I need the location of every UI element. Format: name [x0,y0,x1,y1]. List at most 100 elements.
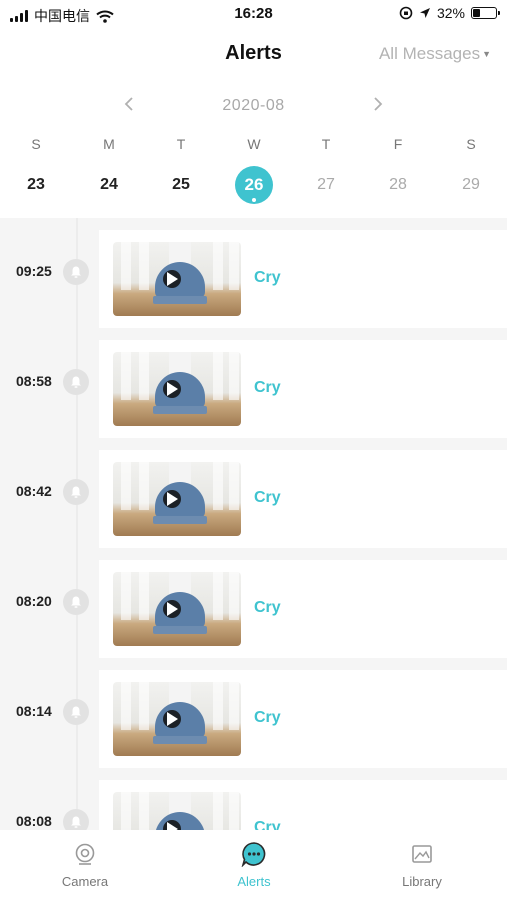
event-type-label: Cry [254,709,281,726]
alert-card[interactable]: Cry [99,780,507,830]
alert-card[interactable]: Cry [99,230,507,328]
alert-row: 08:14 Cry [0,670,507,768]
date-cell[interactable]: 25 [151,166,211,204]
bell-icon [63,809,89,830]
bell-icon [63,479,89,505]
alert-time: 08:58 [16,373,52,389]
bell-icon [63,259,89,285]
tab-camera[interactable]: Camera [25,840,145,889]
play-icon [167,272,178,286]
video-thumbnail[interactable] [113,462,241,536]
day-of-week-label: T [321,136,331,152]
bell-icon [63,369,89,395]
date-number: 28 [389,176,407,193]
alert-time: 08:20 [16,593,52,609]
alert-row: 08:42 Cry [0,450,507,548]
alert-card[interactable]: Cry [99,450,507,548]
filter-label: All Messages [378,44,481,63]
tab-label: Library [402,874,442,889]
selected-date-circle: 26 [235,166,273,204]
alerts-list[interactable]: 09:25 Cry 08:58 Cry 08:42 Cry 08:20 Cry 08:14 Cry… [0,218,507,830]
alert-row: 08:58 Cry [0,340,507,438]
status-right: 32% [399,5,500,21]
alert-row: 09:25 Cry [0,230,507,328]
date-cell[interactable]: 29 [441,166,501,204]
video-thumbnail[interactable] [113,682,241,756]
day-of-week-label: T [176,136,186,152]
bell-icon [63,589,89,615]
alert-time: 08:42 [16,483,52,499]
camera-device-image [155,262,205,298]
has-alerts-dot [252,198,256,202]
camera-device-image [155,702,205,738]
message-filter-dropdown[interactable]: All Messages ▼ [379,44,491,64]
play-icon [167,382,178,396]
event-type-label: Cry [254,819,281,830]
video-thumbnail[interactable] [113,352,241,426]
caret-down-icon: ▼ [482,49,491,59]
play-icon [167,822,178,830]
event-type-label: Cry [254,269,281,286]
day-of-week-label: S [31,136,41,152]
video-thumbnail[interactable] [113,572,241,646]
battery-icon [471,7,500,19]
tab-library[interactable]: Library [362,840,482,889]
event-type-label: Cry [254,379,281,396]
event-type-label: Cry [254,489,281,506]
day-column: M 24 [79,132,139,204]
camera-device-image [155,372,205,408]
tab-bar: Camera Alerts Library [0,830,507,900]
play-icon [167,492,178,506]
week-strip: S 23 M 24 T 25 W 26 T 27 F 28 S 29 [0,132,507,212]
date-number: 23 [27,176,45,193]
tab-alerts[interactable]: Alerts [194,840,314,889]
day-of-week-label: F [393,136,403,152]
alert-time: 09:25 [16,263,52,279]
day-column: T 25 [151,132,211,204]
date-cell[interactable]: 28 [368,166,428,204]
day-of-week-label: M [103,136,115,152]
image-icon [412,845,432,863]
day-column: W 26 [224,132,284,204]
bell-icon [63,699,89,725]
event-type-label: Cry [254,599,281,616]
date-number: 24 [100,176,118,193]
camera-device-image [155,812,205,830]
tab-label: Camera [61,874,109,889]
header: Alerts All Messages ▼ [0,30,507,78]
date-number: 27 [317,176,335,193]
day-column: T 27 [296,132,356,204]
date-number: 25 [172,176,190,193]
date-cell-selected[interactable]: 26 [224,166,284,204]
date-cell[interactable]: 24 [79,166,139,204]
battery-percent: 32% [436,5,465,21]
battery-fill [473,9,480,17]
alert-row: 08:20 Cry [0,560,507,658]
alert-row: 08:08 Cry [0,780,507,830]
chat-bubble-icon [241,842,266,867]
day-column: S 23 [6,132,66,204]
date-number: 26 [244,175,264,194]
play-icon [167,602,178,616]
alert-time: 08:14 [16,703,52,719]
day-column: S 29 [441,132,501,204]
rotation-lock-icon [399,6,413,20]
alert-card[interactable]: Cry [99,560,507,658]
alert-card[interactable]: Cry [99,670,507,768]
month-nav: 2020-08 [0,88,507,122]
camera-icon [75,843,95,865]
status-bar: 中国电信 16:28 32% [0,0,507,30]
video-thumbnail[interactable] [113,242,241,316]
location-icon [419,8,430,18]
tab-label: Alerts [237,874,271,889]
alert-time: 08:08 [16,813,52,829]
date-cell[interactable]: 23 [6,166,66,204]
next-week-button[interactable] [366,92,390,116]
day-of-week-label: W [247,136,261,152]
day-column: F 28 [368,132,428,204]
date-number: 29 [462,176,480,193]
video-thumbnail[interactable] [113,792,241,830]
chevron-right-icon [374,97,383,111]
alert-card[interactable]: Cry [99,340,507,438]
date-cell[interactable]: 27 [296,166,356,204]
